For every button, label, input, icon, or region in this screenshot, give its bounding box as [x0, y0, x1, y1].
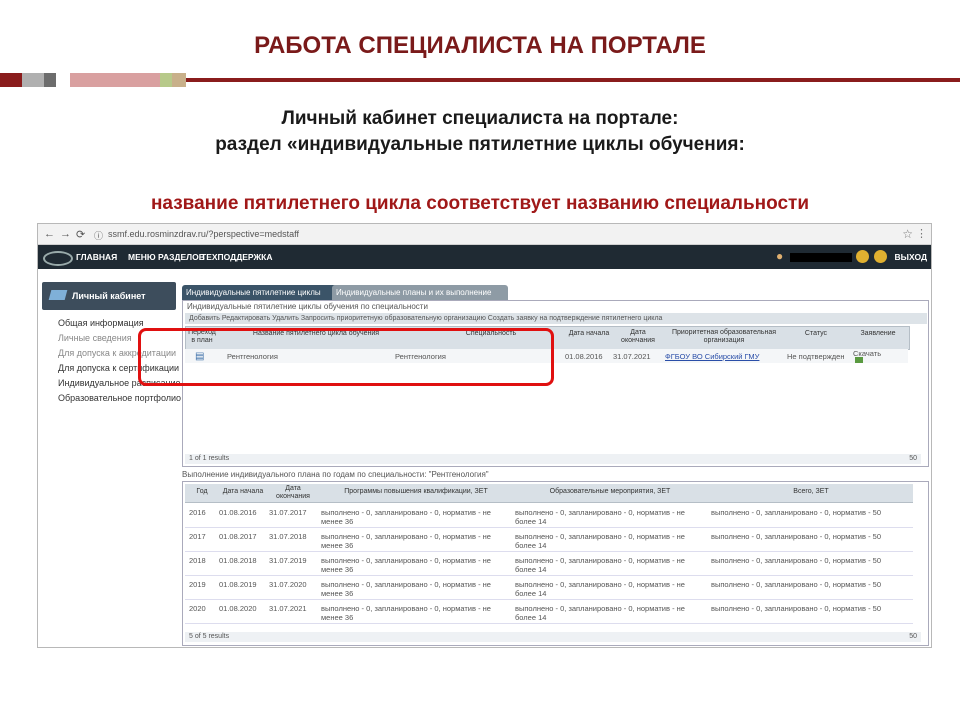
- row-events: выполнено - 0, запланировано - 0, нормат…: [515, 532, 685, 550]
- table-row[interactable]: 2018 01.08.2018 31.07.2019 выполнено - 0…: [185, 552, 913, 576]
- row-programs: выполнено - 0, запланировано - 0, нормат…: [321, 532, 491, 550]
- col-priority-org: Приоритетная образовательная организация: [671, 329, 777, 344]
- portal-topnav: ГЛАВНАЯ МЕНЮ РАЗДЕЛОВ ТЕХПОДДЕРЖКА ● ВЫХ…: [38, 245, 931, 269]
- decorative-stripe: [0, 73, 960, 87]
- row-start: 01.08.2018: [219, 556, 257, 565]
- table-row[interactable]: 2017 01.08.2017 31.07.2018 выполнено - 0…: [185, 528, 913, 552]
- back-icon[interactable]: ←: [44, 228, 55, 240]
- table-row[interactable]: 2019 01.08.2019 31.07.2020 выполнено - 0…: [185, 576, 913, 600]
- table-row[interactable]: 2016 01.08.2016 31.07.2017 выполнено - 0…: [185, 504, 913, 528]
- cabinet-icon: [48, 290, 68, 300]
- row-total: выполнено - 0, запланировано - 0, нормат…: [711, 556, 881, 565]
- subtitle-line-2: раздел «индивидуальные пятилетние циклы …: [215, 134, 745, 155]
- user-name-redacted: [790, 253, 852, 262]
- subtitle-line-1: Личный кабинет специалиста на портале:: [281, 108, 679, 129]
- nav-support[interactable]: ТЕХПОДДЕРЖКА: [201, 252, 273, 262]
- portal-screenshot: ← → ⟳ ⓘ ssmf.edu.rosminzdrav.ru/?perspec…: [37, 223, 932, 648]
- user-icon: ●: [776, 249, 784, 263]
- row-events: выполнено - 0, запланировано - 0, нормат…: [515, 580, 685, 598]
- plan-section-title: Выполнение индивидуального плана по года…: [182, 470, 489, 479]
- priority-org-link[interactable]: ФГБОУ ВО Сибирский ГМУ: [665, 352, 759, 361]
- cycle-end: 31.07.2021: [613, 352, 651, 361]
- address-bar: ← → ⟳ ⓘ ssmf.edu.rosminzdrav.ru/?perspec…: [38, 224, 931, 245]
- row-start: 01.08.2016: [219, 508, 257, 517]
- row-programs: выполнено - 0, запланировано - 0, нормат…: [321, 508, 491, 526]
- slide-title: РАБОТА СПЕЦИАЛИСТА НА ПОРТАЛЕ: [254, 32, 706, 59]
- col-plan-start: Дата начала: [222, 488, 264, 495]
- note-text: название пятилетнего цикла соответствует…: [150, 193, 810, 214]
- row-programs: выполнено - 0, запланировано - 0, нормат…: [321, 580, 491, 598]
- cycle-start: 01.08.2016: [565, 352, 603, 361]
- browser-menu-icon[interactable]: ⋮: [916, 227, 927, 240]
- row-end: 31.07.2019: [269, 556, 307, 565]
- cycle-status: Не подтвержден: [787, 352, 845, 361]
- row-start: 01.08.2020: [219, 604, 257, 613]
- cycles-pagination: 1 of 1 results 50: [185, 454, 921, 464]
- row-events: выполнено - 0, запланировано - 0, нормат…: [515, 556, 685, 574]
- row-year: 2020: [189, 604, 206, 613]
- reload-icon[interactable]: ⟳: [76, 228, 85, 241]
- row-year: 2017: [189, 532, 206, 541]
- exit-link[interactable]: ВЫХОД: [895, 252, 927, 262]
- row-year: 2018: [189, 556, 206, 565]
- row-year: 2019: [189, 580, 206, 589]
- plan-pagination: 5 of 5 results 50: [185, 632, 921, 642]
- nav-home[interactable]: ГЛАВНАЯ: [76, 252, 117, 262]
- row-programs: выполнено - 0, запланировано - 0, нормат…: [321, 556, 491, 574]
- cycles-toolbar[interactable]: Добавить Редактировать Удалить Запросить…: [185, 313, 927, 324]
- col-end-date: Дата окончания: [621, 329, 655, 344]
- col-application: Заявление: [860, 330, 896, 337]
- row-total: выполнено - 0, запланировано - 0, нормат…: [711, 580, 881, 589]
- portal-logo-icon: [43, 251, 73, 266]
- row-total: выполнено - 0, запланировано - 0, нормат…: [711, 508, 881, 517]
- row-events: выполнено - 0, запланировано - 0, нормат…: [515, 604, 685, 622]
- plan-results-count: 5 of 5 results: [189, 633, 230, 640]
- tab-five-year-cycles[interactable]: Индивидуальные пятилетние циклы: [182, 285, 337, 300]
- col-start-date: Дата начала: [568, 330, 610, 337]
- row-end: 31.07.2017: [269, 508, 307, 517]
- forward-icon[interactable]: →: [60, 228, 71, 240]
- plan-table-header: Год Дата начала Дата окончания Программы…: [185, 484, 913, 503]
- zoom-icon[interactable]: [874, 250, 887, 263]
- row-total: выполнено - 0, запланировано - 0, нормат…: [711, 532, 881, 541]
- col-year: Год: [196, 488, 208, 495]
- tab-individual-plans[interactable]: Индивидуальные планы и их выполнение: [332, 285, 508, 300]
- col-total: Всего, ЗЕТ: [793, 488, 829, 495]
- url-text[interactable]: ssmf.edu.rosminzdrav.ru/?perspective=med…: [108, 229, 299, 239]
- row-end: 31.07.2020: [269, 580, 307, 589]
- table-row[interactable]: 2020 01.08.2020 31.07.2021 выполнено - 0…: [185, 600, 913, 624]
- col-programs: Программы повышения квалификации, ЗЕТ: [344, 488, 488, 495]
- plan-page-size[interactable]: 50: [909, 632, 917, 642]
- row-end: 31.07.2018: [269, 532, 307, 541]
- cycles-title: Индивидуальные пятилетние циклы обучения…: [187, 302, 428, 311]
- search-icon[interactable]: [856, 250, 869, 263]
- row-events: выполнено - 0, запланировано - 0, нормат…: [515, 508, 685, 526]
- row-total: выполнено - 0, запланировано - 0, нормат…: [711, 604, 881, 613]
- download-icon[interactable]: [855, 357, 863, 363]
- row-start: 01.08.2017: [219, 532, 257, 541]
- col-plan-end: Дата окончания: [276, 485, 310, 500]
- col-status: Статус: [804, 330, 828, 337]
- nav-sections-menu[interactable]: МЕНЮ РАЗДЕЛОВ: [128, 252, 205, 262]
- highlight-frame: [138, 328, 554, 386]
- sidebar-header[interactable]: Личный кабинет: [42, 282, 176, 310]
- col-events: Образовательные мероприятия, ЗЕТ: [549, 488, 671, 495]
- row-year: 2016: [189, 508, 206, 517]
- cycles-page-size[interactable]: 50: [909, 454, 917, 464]
- cycles-results-count: 1 of 1 results: [189, 455, 230, 462]
- row-start: 01.08.2019: [219, 580, 257, 589]
- sidebar-item-portfolio[interactable]: Образовательное портфолио: [58, 393, 181, 408]
- plan-panel: Год Дата начала Дата окончания Программы…: [182, 481, 929, 646]
- bookmark-star-icon[interactable]: ☆: [902, 227, 913, 241]
- sidebar-header-label: Личный кабинет: [72, 291, 146, 301]
- info-icon: ⓘ: [94, 231, 104, 241]
- row-programs: выполнено - 0, запланировано - 0, нормат…: [321, 604, 491, 622]
- row-end: 31.07.2021: [269, 604, 307, 613]
